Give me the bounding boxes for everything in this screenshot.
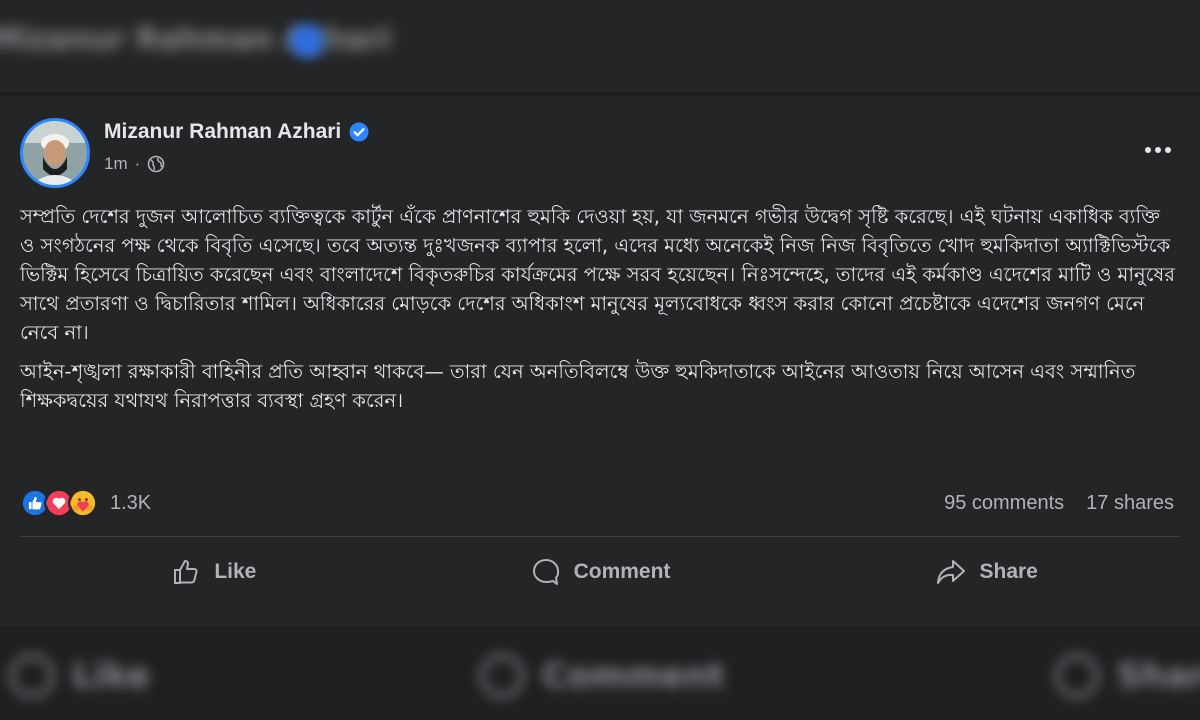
post-meta: 1m · — [104, 154, 165, 174]
like-label: Like — [214, 560, 257, 583]
meta-separator: · — [134, 154, 141, 173]
author-name[interactable]: Mizanur Rahman Azhari — [104, 120, 341, 144]
background-share: Share — [1055, 654, 1200, 698]
author-avatar[interactable] — [20, 118, 90, 188]
background-comment: Comment — [480, 654, 725, 698]
share-label: Share — [979, 560, 1038, 583]
verified-badge-icon — [349, 122, 369, 142]
share-arrow-icon — [937, 560, 966, 584]
comment-bubble-icon — [532, 559, 559, 585]
post-card: Mizanur Rahman Azhari 1m · সম্প্রতি দেশে… — [0, 96, 1200, 626]
screenshot-stage: Mizanur Rahman Azhari Mizanur Rahman Azh… — [0, 0, 1200, 720]
comment-label: Comment — [573, 560, 671, 583]
background-verified-icon — [290, 24, 324, 58]
globe-icon[interactable] — [147, 155, 165, 173]
post-timestamp[interactable]: 1m — [104, 154, 128, 174]
more-options-button[interactable] — [1140, 138, 1176, 162]
avatar-image — [23, 121, 87, 185]
comments-count-link[interactable]: 95 comments — [944, 492, 1064, 515]
background-like: Like — [10, 654, 150, 698]
like-button[interactable]: Like — [20, 542, 407, 602]
actions-divider — [20, 536, 1180, 537]
care-reaction-icon — [68, 488, 98, 518]
background-header-blurred: Mizanur Rahman Azhari — [0, 0, 1200, 92]
background-actions-blurred: Like Comment Share — [0, 626, 1200, 720]
reactions-summary[interactable]: 1.3K — [20, 488, 151, 518]
post-paragraph-1: সম্প্রতি দেশের দুজন আলোচিত ব্যক্তিত্বকে … — [20, 205, 1175, 344]
share-button[interactable]: Share — [793, 542, 1180, 602]
engagement-stats: 95 comments 17 shares — [944, 492, 1174, 515]
post-action-bar: Like Comment Share — [20, 542, 1180, 602]
author-line: Mizanur Rahman Azhari — [104, 120, 369, 144]
reaction-count: 1.3K — [110, 491, 152, 514]
background-author-name: Mizanur Rahman Azhari — [0, 22, 392, 57]
more-horizontal-icon — [1145, 147, 1151, 153]
comment-button[interactable]: Comment — [407, 542, 794, 602]
shares-count-link[interactable]: 17 shares — [1086, 492, 1174, 515]
thumbs-up-icon — [174, 560, 198, 584]
post-paragraph-2: আইন-শৃঙ্খলা রক্ষাকারী বাহিনীর প্রতি আহ্ব… — [20, 360, 1136, 412]
post-body: সম্প্রতি দেশের দুজন আলোচিত ব্যক্তিত্বকে … — [20, 202, 1180, 425]
